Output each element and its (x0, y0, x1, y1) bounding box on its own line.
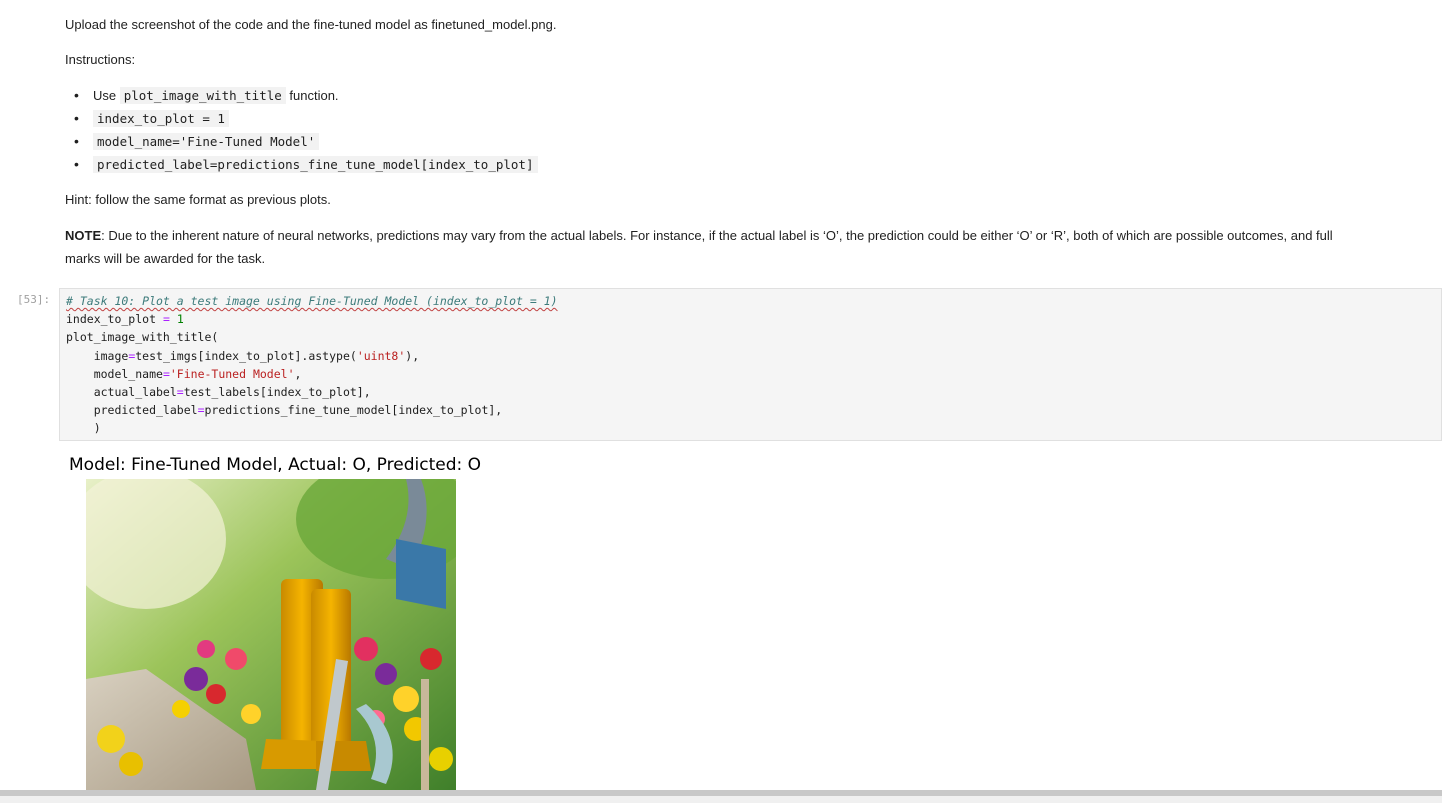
status-strip (0, 796, 1442, 803)
note-label: NOTE (65, 228, 102, 243)
output-plot-title: Model: Fine-Tuned Model, Actual: O, Pred… (69, 455, 481, 475)
garden-boots-image (86, 479, 456, 790)
instruction-item: • model_name='Fine-Tuned Model' (74, 130, 538, 153)
inline-code: index_to_plot = 1 (93, 110, 229, 127)
instruction-item: • index_to_plot = 1 (74, 107, 538, 130)
inline-code: model_name='Fine-Tuned Model' (93, 133, 320, 150)
code-editor[interactable]: # Task 10: Plot a test image using Fine-… (66, 292, 558, 438)
inline-code: plot_image_with_title (119, 87, 286, 104)
intro-text: Upload the screenshot of the code and th… (65, 17, 557, 32)
instructions-list: • Use plot_image_with_title function. • in… (65, 84, 538, 176)
note-paragraph: NOTE: Due to the inherent nature of neur… (65, 228, 1333, 266)
output-plot-image (86, 479, 456, 790)
hint-text: Hint: follow the same format as previous… (65, 192, 331, 207)
instruction-item: • predicted_label=predictions_fine_tune_m… (74, 153, 538, 176)
cell-execution-count: [53]: (17, 293, 51, 306)
code-comment: # Task 10: Plot a test image using Fine-… (66, 294, 558, 308)
instruction-item: • Use plot_image_with_title function. (74, 87, 339, 104)
inline-code: predicted_label=predictions_fine_tune_mo… (93, 156, 538, 173)
instructions-heading: Instructions: (65, 52, 136, 67)
